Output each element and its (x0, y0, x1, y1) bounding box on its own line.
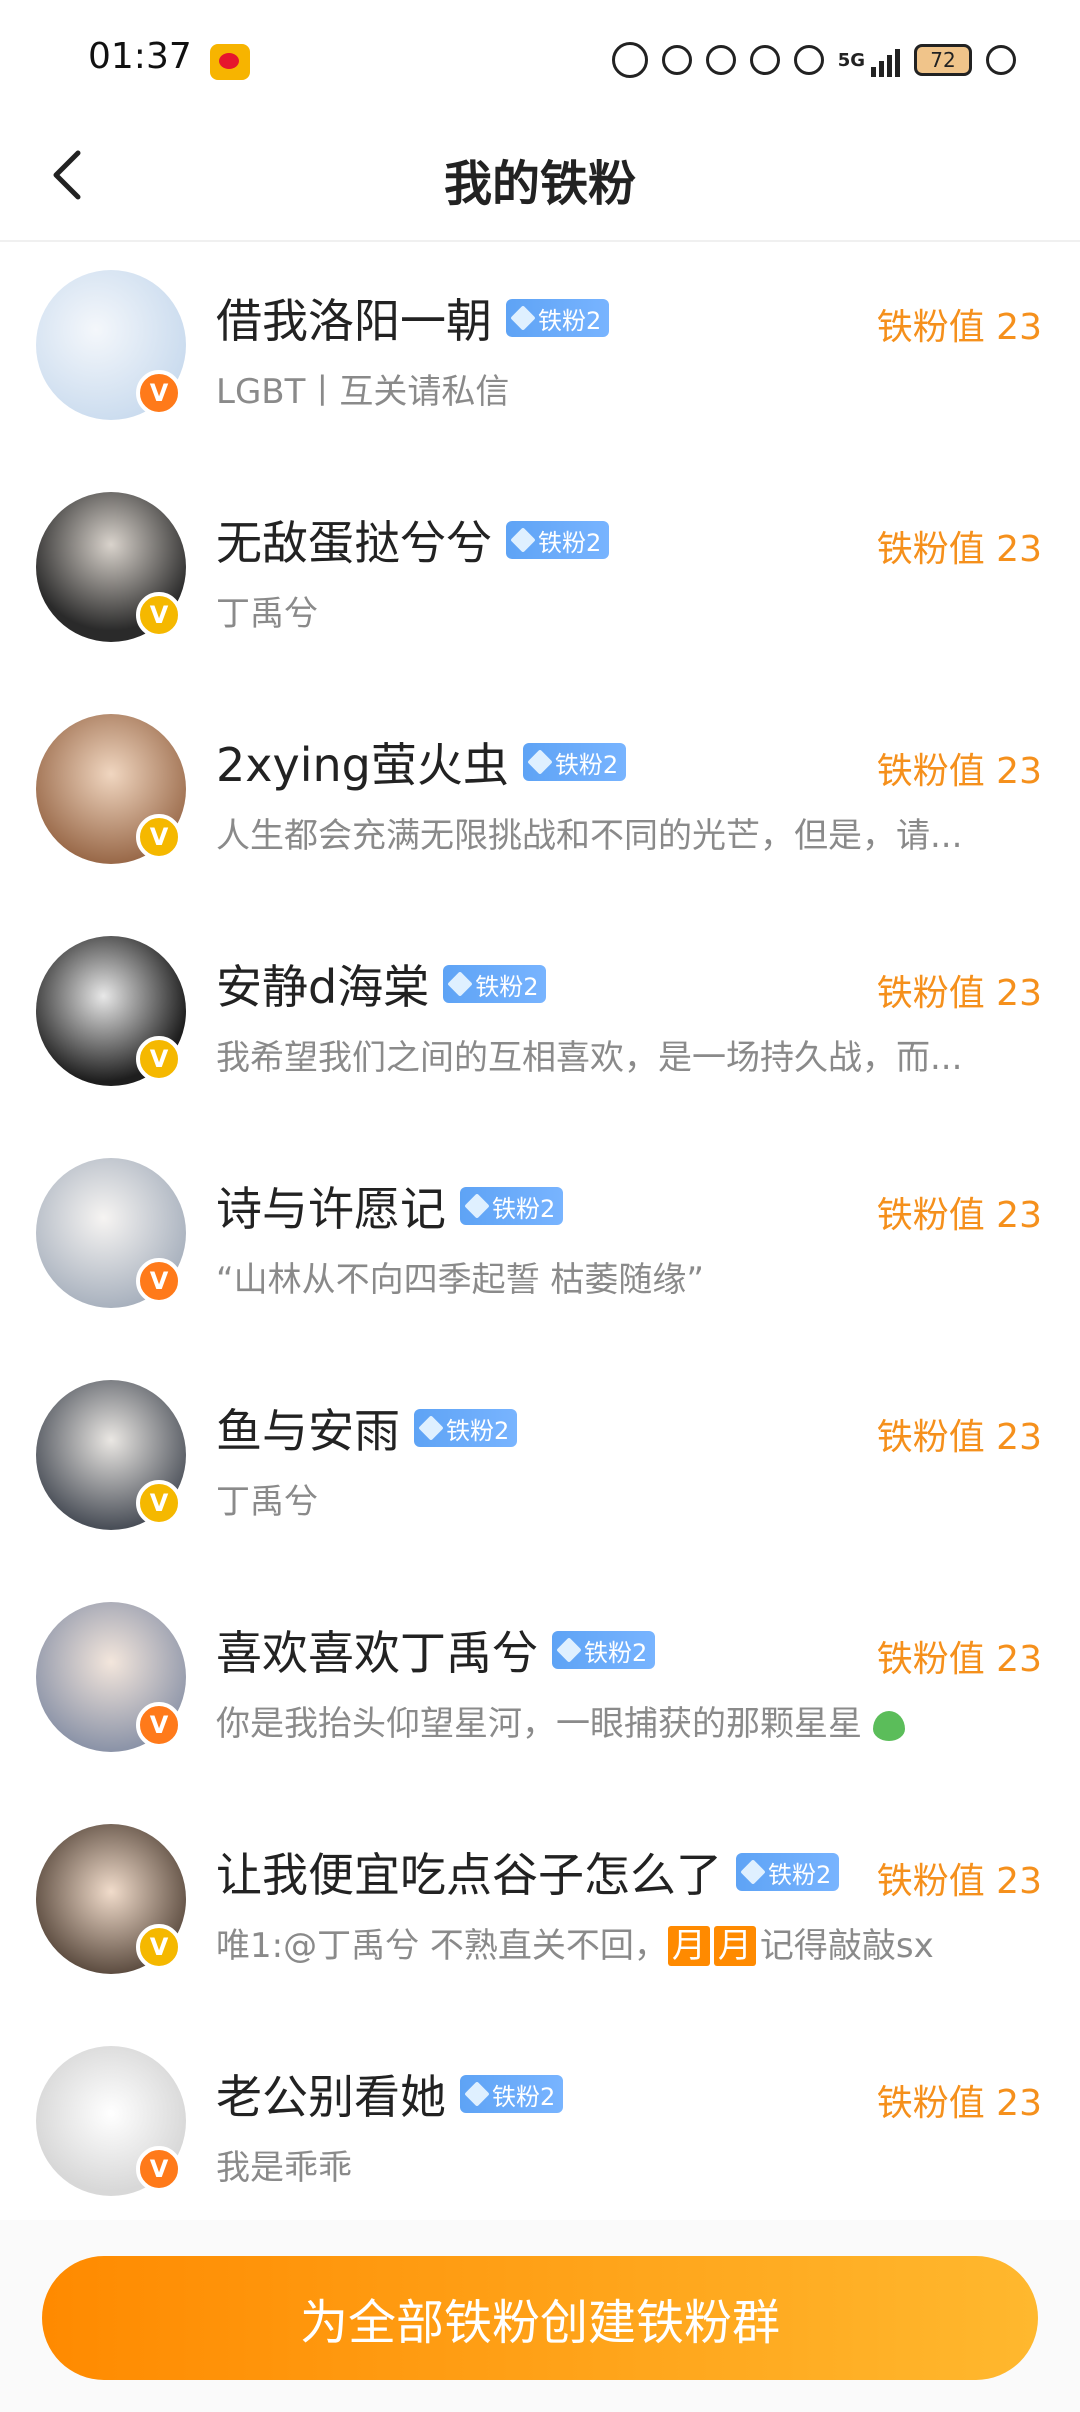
fan-level-badge: 铁粉2 (736, 1853, 840, 1891)
fan-value: 铁粉值 23 (876, 529, 1042, 570)
fan-list: V 借我洛阳一朝 铁粉2 铁粉值 23 LGBT丨互关请私信 V 无敌蛋挞兮兮 … (0, 242, 1080, 2240)
create-fan-group-button[interactable]: 为全部铁粉创建铁粉群 (42, 2256, 1038, 2380)
fan-row[interactable]: V 喜欢喜欢丁禹兮 铁粉2 铁粉值 23 你是我抬头仰望星河，一眼捕获的那颗星星 (0, 1574, 1080, 1796)
fan-level-badge: 铁粉2 (506, 299, 610, 337)
verified-badge-icon: V (136, 1924, 182, 1970)
weibo-notification-icon (210, 44, 250, 80)
fan-value: 铁粉值 23 (876, 1861, 1042, 1902)
fan-level-badge: 铁粉2 (506, 521, 610, 559)
diamond-icon (464, 1193, 490, 1219)
fan-name: 2xying萤火虫 (216, 738, 509, 792)
fan-name: 让我便宜吃点谷子怎么了 (216, 1848, 722, 1902)
verified-badge-icon: V (136, 814, 182, 860)
fan-description: 我是乖乖 (216, 2148, 352, 2188)
fan-value: 铁粉值 23 (876, 973, 1042, 1014)
fan-name: 诗与许愿记 (216, 1182, 446, 1236)
status-bar: 01:37 5G 72 (0, 0, 1080, 110)
battery-icon: 72 (914, 44, 972, 76)
verified-badge-icon: V (136, 370, 182, 416)
fan-description: 丁禹兮 (216, 1482, 318, 1522)
fan-value: 铁粉值 23 (876, 2083, 1042, 2124)
fan-row[interactable]: V 让我便宜吃点谷子怎么了 铁粉2 铁粉值 23 唯1:@丁禹兮 不熟直关不回，… (0, 1796, 1080, 2018)
fan-row[interactable]: V 2xying萤火虫 铁粉2 铁粉值 23 人生都会充满无限挑战和不同的光芒，… (0, 686, 1080, 908)
diamond-icon (510, 305, 536, 331)
diamond-icon (740, 1859, 766, 1885)
diamond-icon (556, 1637, 582, 1663)
fan-level-badge: 铁粉2 (414, 1409, 518, 1447)
signal-icon (871, 43, 900, 77)
fan-value: 铁粉值 23 (876, 1417, 1042, 1458)
bunny-sticker-icon (705, 45, 736, 75)
fan-description: 你是我抬头仰望星河，一眼捕获的那颗星星 (216, 1696, 1016, 1745)
verified-badge-icon: V (136, 1480, 182, 1526)
verified-badge-icon: V (136, 592, 182, 638)
fan-level-badge: 铁粉2 (460, 1187, 564, 1225)
status-icons: 5G 72 (611, 42, 1016, 78)
fan-row[interactable]: V 鱼与安雨 铁粉2 铁粉值 23 丁禹兮 (0, 1352, 1080, 1574)
diamond-icon (527, 749, 553, 775)
fan-value: 铁粉值 23 (876, 1639, 1042, 1680)
fan-value: 铁粉值 23 (876, 307, 1042, 348)
fan-value: 铁粉值 23 (876, 751, 1042, 792)
diamond-icon (510, 527, 536, 553)
fan-level-badge: 铁粉2 (522, 743, 627, 781)
fan-level-badge: 铁粉2 (460, 2075, 564, 2113)
fan-row[interactable]: V 安静d海棠 铁粉2 铁粉值 23 我希望我们之间的互相喜欢，是一场持久战，而… (0, 908, 1080, 1130)
star-sticker-icon (661, 45, 692, 75)
fan-description: “山林从不向四季起誓 枯萎随缘” (216, 1260, 705, 1300)
frog-sticker-icon (986, 45, 1016, 75)
verified-badge-icon: V (136, 1258, 182, 1304)
verified-badge-icon: V (136, 1702, 182, 1748)
fan-row[interactable]: V 借我洛阳一朝 铁粉2 铁粉值 23 LGBT丨互关请私信 (0, 242, 1080, 464)
verified-badge-icon: V (136, 1036, 182, 1082)
green-heart-icon (872, 1710, 905, 1741)
diamond-icon (464, 2081, 490, 2107)
bottom-bar: 为全部铁粉创建铁粉群 (0, 2220, 1080, 2412)
fan-description: 人生都会充满无限挑战和不同的光芒，但是，请... (216, 816, 963, 856)
fan-level-badge: 铁粉2 (443, 965, 547, 1003)
network-type: 5G (837, 49, 865, 71)
fan-row[interactable]: V 老公别看她 铁粉2 铁粉值 23 我是乖乖 (0, 2018, 1080, 2240)
bear-sticker-icon (611, 42, 648, 78)
fan-name: 喜欢喜欢丁禹兮 (216, 1626, 538, 1680)
fan-level-badge: 铁粉2 (552, 1631, 656, 1669)
fan-name: 安静d海棠 (216, 960, 430, 1014)
fan-name: 老公别看她 (216, 2070, 446, 2124)
fan-value: 铁粉值 23 (876, 1195, 1042, 1236)
status-time: 01:37 (88, 36, 192, 77)
bow-sticker-icon (749, 45, 780, 75)
diamond-icon (447, 971, 473, 997)
fan-description: 唯1:@丁禹兮 不熟直关不回，月月记得敲敲sx (216, 1926, 934, 1966)
fan-description: 我希望我们之间的互相喜欢，是一场持久战，而... (216, 1038, 963, 1078)
fan-name: 借我洛阳一朝 (216, 294, 492, 348)
fan-row[interactable]: V 诗与许愿记 铁粉2 铁粉值 23 “山林从不向四季起誓 枯萎随缘” (0, 1130, 1080, 1352)
wifi-icon (793, 45, 824, 75)
fan-description: LGBT丨互关请私信 (216, 372, 510, 412)
verified-badge-icon: V (136, 2146, 182, 2192)
fan-name: 无敌蛋挞兮兮 (216, 516, 492, 570)
fan-row[interactable]: V 无敌蛋挞兮兮 铁粉2 铁粉值 23 丁禹兮 (0, 464, 1080, 686)
page-title: 我的铁粉 (443, 156, 636, 212)
fan-name: 鱼与安雨 (216, 1404, 400, 1458)
diamond-icon (418, 1415, 444, 1441)
fan-description: 丁禹兮 (216, 594, 318, 634)
page-header: 我的铁粉 (0, 110, 1080, 242)
